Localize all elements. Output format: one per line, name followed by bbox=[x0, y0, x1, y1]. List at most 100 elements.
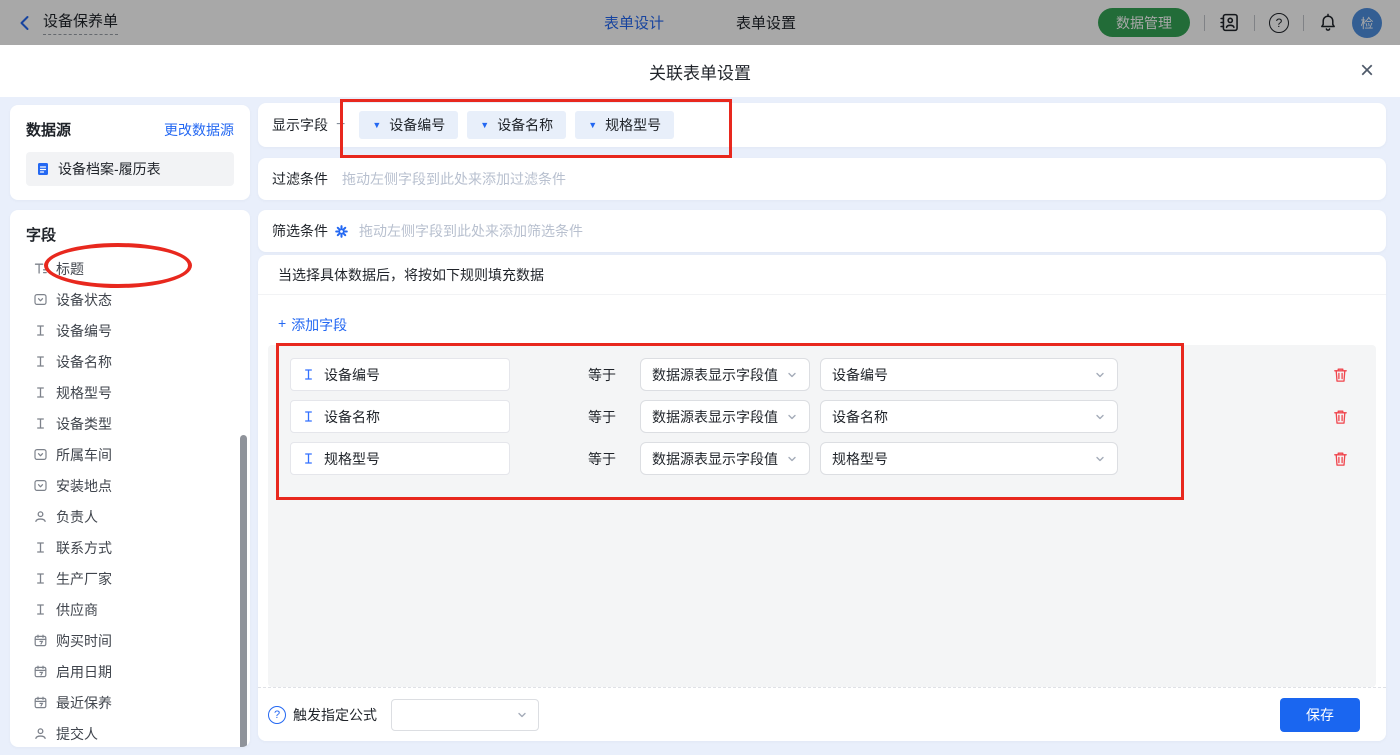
rule-field-label: 设备名称 bbox=[324, 407, 380, 427]
filter-condition-label: 过滤条件 bbox=[272, 169, 328, 189]
chevron-down-icon bbox=[516, 709, 528, 721]
add-field-label: 添加字段 bbox=[291, 315, 347, 335]
header-tabs: 表单设计 表单设置 bbox=[0, 12, 1400, 33]
chip-label: 规格型号 bbox=[605, 115, 661, 135]
add-field-button[interactable]: + 添加字段 bbox=[278, 315, 347, 335]
field-item[interactable]: 生产厂家 bbox=[26, 563, 234, 594]
heading-field-icon bbox=[34, 262, 47, 275]
rule-value-select[interactable]: 设备编号 bbox=[820, 358, 1118, 391]
person-field-icon bbox=[34, 510, 47, 523]
rules-container: 设备编号 等于 数据源表显示字段值 设备编号 设备名称 等于 数据源表显示字段值… bbox=[268, 345, 1376, 687]
text-field-icon bbox=[34, 417, 47, 430]
rule-row: 设备编号 等于 数据源表显示字段值 设备编号 bbox=[290, 358, 1376, 391]
field-item-label: 生产厂家 bbox=[56, 569, 112, 589]
tab-form-settings[interactable]: 表单设置 bbox=[736, 12, 796, 33]
plus-icon: + bbox=[278, 315, 286, 335]
rule-value-select[interactable]: 规格型号 bbox=[820, 442, 1118, 475]
field-item[interactable]: 提交人 bbox=[26, 718, 234, 747]
field-item[interactable]: 负责人 bbox=[26, 501, 234, 532]
fields-scrollbar[interactable] bbox=[240, 435, 247, 747]
field-item-label: 规格型号 bbox=[56, 383, 112, 403]
rule-source-select[interactable]: 数据源表显示字段值 bbox=[640, 400, 810, 433]
field-item[interactable]: 标题 bbox=[26, 253, 234, 284]
delete-rule-button[interactable] bbox=[1333, 409, 1348, 425]
rule-target-field[interactable]: 设备名称 bbox=[290, 400, 510, 433]
save-button[interactable]: 保存 bbox=[1280, 698, 1360, 732]
rule-row: 设备名称 等于 数据源表显示字段值 设备名称 bbox=[290, 400, 1376, 433]
field-item-label: 安装地点 bbox=[56, 476, 112, 496]
rule-operator: 等于 bbox=[588, 449, 638, 469]
rule-field-label: 设备编号 bbox=[324, 365, 380, 385]
change-datasource-link[interactable]: 更改数据源 bbox=[164, 120, 234, 140]
field-item[interactable]: 购买时间 bbox=[26, 625, 234, 656]
caret-down-icon: ▼ bbox=[372, 120, 381, 130]
gear-icon[interactable] bbox=[335, 225, 348, 238]
datasource-title: 数据源 bbox=[26, 119, 71, 140]
text-field-icon bbox=[302, 410, 315, 423]
rule-target-field[interactable]: 设备编号 bbox=[290, 358, 510, 391]
formula-help-icon[interactable]: ? bbox=[268, 706, 286, 724]
person-field-icon bbox=[34, 727, 47, 740]
display-fields-label: 显示字段 bbox=[272, 115, 328, 135]
rule-value-select[interactable]: 设备名称 bbox=[820, 400, 1118, 433]
field-item-label: 设备编号 bbox=[56, 321, 112, 341]
display-field-chip[interactable]: ▼设备名称 bbox=[467, 111, 566, 139]
field-item[interactable]: 供应商 bbox=[26, 594, 234, 625]
add-display-field-icon[interactable]: + bbox=[336, 116, 345, 134]
field-item-label: 最近保养 bbox=[56, 693, 112, 713]
display-field-chips: ▼ 设备编号 ▼设备名称 ▼ 规格型号 bbox=[359, 111, 683, 139]
fill-rule-hint: 当选择具体数据后，将按如下规则填充数据 bbox=[258, 255, 1386, 295]
field-item[interactable]: 规格型号 bbox=[26, 377, 234, 408]
field-item[interactable]: 所属车间 bbox=[26, 439, 234, 470]
field-item[interactable]: 设备名称 bbox=[26, 346, 234, 377]
field-item[interactable]: 设备类型 bbox=[26, 408, 234, 439]
tab-form-design[interactable]: 表单设计 bbox=[604, 12, 664, 33]
field-item[interactable]: 安装地点 bbox=[26, 470, 234, 501]
trigger-formula-label: 触发指定公式 bbox=[293, 705, 377, 725]
caret-down-icon: ▼ bbox=[588, 120, 597, 130]
screen-condition-label: 筛选条件 bbox=[272, 221, 328, 241]
field-item-label: 负责人 bbox=[56, 507, 98, 527]
filter-dropzone[interactable]: 拖动左侧字段到此处来添加过滤条件 bbox=[342, 169, 566, 189]
text-field-icon bbox=[302, 368, 315, 381]
screen-condition-panel: 筛选条件 拖动左侧字段到此处来添加筛选条件 bbox=[258, 210, 1386, 252]
rule-source-select[interactable]: 数据源表显示字段值 bbox=[640, 442, 810, 475]
field-item-label: 设备名称 bbox=[56, 352, 112, 372]
select-field-icon bbox=[34, 293, 47, 306]
close-icon[interactable]: × bbox=[1360, 59, 1374, 83]
field-item[interactable]: 最近保养 bbox=[26, 687, 234, 718]
text-field-icon bbox=[34, 355, 47, 368]
fields-list: 标题设备状态设备编号设备名称规格型号设备类型所属车间安装地点负责人联系方式生产厂… bbox=[26, 253, 234, 747]
date-field-icon bbox=[34, 696, 47, 709]
datasource-card: 数据源 更改数据源 设备档案-履历表 bbox=[10, 105, 250, 200]
rule-row: 规格型号 等于 数据源表显示字段值 规格型号 bbox=[290, 442, 1376, 475]
field-item[interactable]: 设备状态 bbox=[26, 284, 234, 315]
text-field-icon bbox=[34, 386, 47, 399]
display-field-chip[interactable]: ▼ 设备编号 bbox=[359, 111, 458, 139]
panel-footer: ? 触发指定公式 保存 bbox=[258, 687, 1386, 741]
document-icon bbox=[36, 162, 50, 176]
rule-source-select[interactable]: 数据源表显示字段值 bbox=[640, 358, 810, 391]
field-item-label: 所属车间 bbox=[56, 445, 112, 465]
rule-target-field[interactable]: 规格型号 bbox=[290, 442, 510, 475]
fields-card: 字段 标题设备状态设备编号设备名称规格型号设备类型所属车间安装地点负责人联系方式… bbox=[10, 210, 250, 747]
field-item-label: 提交人 bbox=[56, 724, 98, 744]
rule-field-label: 规格型号 bbox=[324, 449, 380, 469]
field-item-label: 设备状态 bbox=[56, 290, 112, 310]
field-item[interactable]: 设备编号 bbox=[26, 315, 234, 346]
display-field-chip[interactable]: ▼ 规格型号 bbox=[575, 111, 674, 139]
delete-rule-button[interactable] bbox=[1333, 367, 1348, 383]
field-item-label: 供应商 bbox=[56, 600, 98, 620]
chip-label: 设备编号 bbox=[389, 115, 445, 135]
field-item[interactable]: 启用日期 bbox=[26, 656, 234, 687]
screen-dropzone[interactable]: 拖动左侧字段到此处来添加筛选条件 bbox=[359, 221, 583, 241]
field-item-label: 标题 bbox=[56, 259, 84, 279]
field-item-label: 购买时间 bbox=[56, 631, 112, 651]
delete-rule-button[interactable] bbox=[1333, 451, 1348, 467]
filter-condition-panel: 过滤条件 拖动左侧字段到此处来添加过滤条件 bbox=[258, 158, 1386, 200]
trigger-formula-select[interactable] bbox=[391, 699, 539, 731]
selected-datasource-label: 设备档案-履历表 bbox=[58, 159, 161, 179]
chip-label: 设备名称 bbox=[497, 115, 553, 135]
field-item[interactable]: 联系方式 bbox=[26, 532, 234, 563]
selected-datasource[interactable]: 设备档案-履历表 bbox=[26, 152, 234, 186]
